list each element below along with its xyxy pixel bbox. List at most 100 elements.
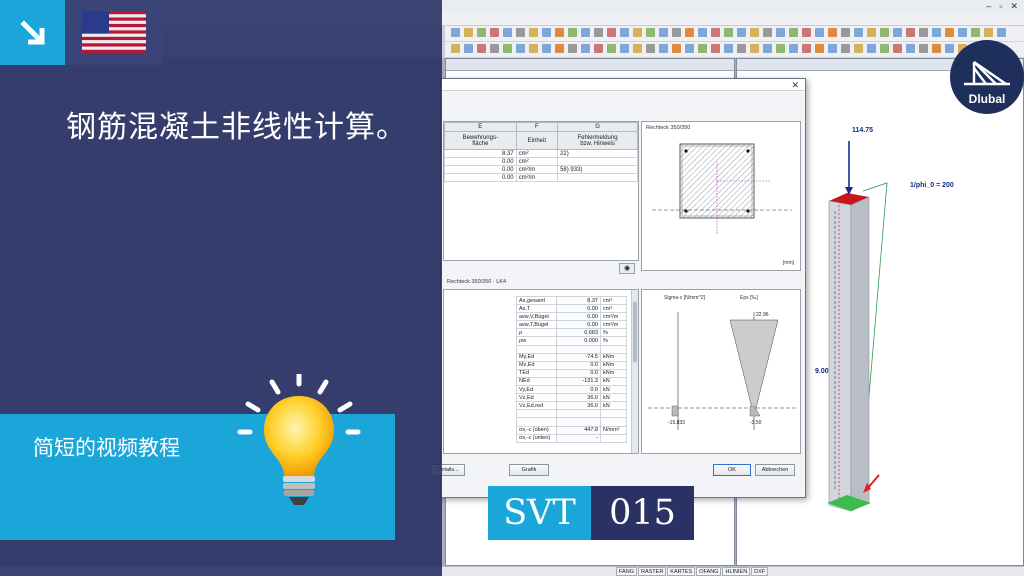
maximize-icon[interactable]: ▫ — [999, 0, 1002, 12]
result-row[interactable]: As,T 0.00 cm² — [516, 304, 627, 314]
tool-icon[interactable] — [724, 44, 733, 53]
tool-icon[interactable] — [451, 44, 460, 53]
status-hlinien-button[interactable]: HLINIEN — [722, 567, 751, 576]
tool-icon[interactable] — [555, 44, 564, 53]
tool-icon[interactable] — [854, 28, 863, 37]
tool-icon[interactable] — [997, 28, 1006, 37]
tool-icon[interactable] — [919, 44, 928, 53]
tool-icon[interactable] — [698, 28, 707, 37]
tool-icon[interactable] — [750, 44, 759, 53]
tool-icon[interactable] — [776, 44, 785, 53]
tool-icon[interactable] — [581, 44, 590, 53]
graphics-button[interactable]: Grafik — [509, 464, 549, 476]
tool-icon[interactable] — [685, 28, 694, 37]
cancel-button[interactable]: Abbrechen — [755, 464, 795, 476]
tool-icon[interactable] — [477, 44, 486, 53]
tool-icon[interactable] — [737, 44, 746, 53]
tool-icon[interactable] — [854, 44, 863, 53]
status-ofang-button[interactable]: OFANG — [696, 567, 722, 576]
tool-icon[interactable] — [711, 44, 720, 53]
result-row[interactable]: As,gesamt 8.37 cm² — [516, 295, 627, 306]
status-raster-button[interactable]: RASTER — [637, 567, 667, 576]
result-row[interactable] — [516, 344, 627, 354]
tool-icon[interactable] — [828, 28, 837, 37]
result-row[interactable]: My,Ed -74.5 kNm — [516, 352, 627, 362]
tool-icon[interactable] — [555, 28, 564, 37]
tool-icon[interactable] — [659, 44, 668, 53]
tool-icon[interactable] — [880, 44, 889, 53]
result-row[interactable]: σs,-c (oben) 447.8 N/mm² — [516, 425, 627, 435]
tool-icon[interactable] — [529, 44, 538, 53]
tool-icon[interactable] — [828, 44, 837, 53]
status-kartes-button[interactable]: KARTES — [667, 567, 696, 576]
tool-icon[interactable] — [659, 28, 668, 37]
tool-icon[interactable] — [724, 28, 733, 37]
status-dxf-button[interactable]: DXF — [751, 567, 769, 576]
dialog-titlebar[interactable] — [441, 79, 805, 91]
tool-icon[interactable] — [620, 28, 629, 37]
tool-icon[interactable] — [646, 28, 655, 37]
tool-icon[interactable] — [971, 28, 980, 37]
tool-icon[interactable] — [906, 28, 915, 37]
tool-icon[interactable] — [841, 28, 850, 37]
dialog-close-icon[interactable]: ✕ — [791, 79, 799, 91]
tool-icon[interactable] — [607, 28, 616, 37]
tool-icon[interactable] — [776, 28, 785, 37]
tool-icon[interactable] — [646, 44, 655, 53]
result-row[interactable]: asw,T,Bügel 0.00 cm²/m — [516, 320, 627, 330]
table-row[interactable]: 0.00 cm²/m 58) 933) — [444, 165, 638, 174]
tool-icon[interactable] — [958, 28, 967, 37]
tool-icon[interactable] — [945, 28, 954, 37]
status-fang-button[interactable]: FANG — [616, 567, 637, 576]
tool-icon[interactable] — [451, 28, 460, 37]
tool-icon[interactable] — [594, 28, 603, 37]
result-row[interactable]: NEd -131.3 kN — [516, 376, 627, 387]
tool-icon[interactable] — [568, 44, 577, 53]
tool-icon[interactable] — [906, 44, 915, 53]
result-row[interactable] — [516, 417, 627, 427]
tool-icon[interactable] — [711, 28, 720, 37]
tool-icon[interactable] — [568, 28, 577, 37]
tool-icon[interactable] — [789, 28, 798, 37]
tool-icon[interactable] — [737, 28, 746, 37]
tool-icon[interactable] — [932, 44, 941, 53]
tool-icon[interactable] — [763, 28, 772, 37]
tool-icon[interactable] — [503, 28, 512, 37]
result-row[interactable]: Mz,Ed 0.0 kNm — [516, 360, 627, 370]
tool-icon[interactable] — [594, 44, 603, 53]
tool-icon[interactable] — [815, 44, 824, 53]
result-row[interactable]: σs,-c (unten) - — [516, 433, 627, 443]
result-row[interactable]: TEd 0.0 kNm — [516, 368, 627, 378]
tool-icon[interactable] — [516, 28, 525, 37]
result-row[interactable]: Vy,Ed 0.0 kN — [516, 385, 627, 395]
tool-icon[interactable] — [607, 44, 616, 53]
tool-icon[interactable] — [672, 28, 681, 37]
tool-icon[interactable] — [763, 44, 772, 53]
tool-icon[interactable] — [815, 28, 824, 37]
tool-icon[interactable] — [633, 44, 642, 53]
tool-icon[interactable] — [529, 28, 538, 37]
tool-icon[interactable] — [490, 28, 499, 37]
tool-icon[interactable] — [893, 44, 902, 53]
result-row[interactable] — [516, 409, 627, 419]
tool-icon[interactable] — [880, 28, 889, 37]
tool-icon[interactable] — [503, 44, 512, 53]
mdi-window-caption[interactable] — [446, 59, 734, 71]
tool-icon[interactable] — [620, 44, 629, 53]
tool-icon[interactable] — [633, 28, 642, 37]
tool-icon[interactable] — [867, 28, 876, 37]
tool-icon[interactable] — [464, 28, 473, 37]
result-row[interactable]: Vz,Ed 36.0 kN — [516, 393, 627, 403]
tool-icon[interactable] — [542, 28, 551, 37]
minimize-icon[interactable]: – — [986, 0, 991, 12]
tool-icon[interactable] — [802, 28, 811, 37]
ok-button[interactable]: OK — [713, 464, 751, 476]
table-row[interactable]: 0.00 cm² — [444, 157, 638, 166]
tool-icon[interactable] — [984, 28, 993, 37]
tool-icon[interactable] — [685, 44, 694, 53]
tool-icon[interactable] — [542, 44, 551, 53]
tool-icon[interactable] — [932, 28, 941, 37]
tool-icon[interactable] — [750, 28, 759, 37]
tool-icon[interactable] — [919, 28, 928, 37]
table-row[interactable]: 8.37 cm² 22) — [444, 149, 638, 158]
